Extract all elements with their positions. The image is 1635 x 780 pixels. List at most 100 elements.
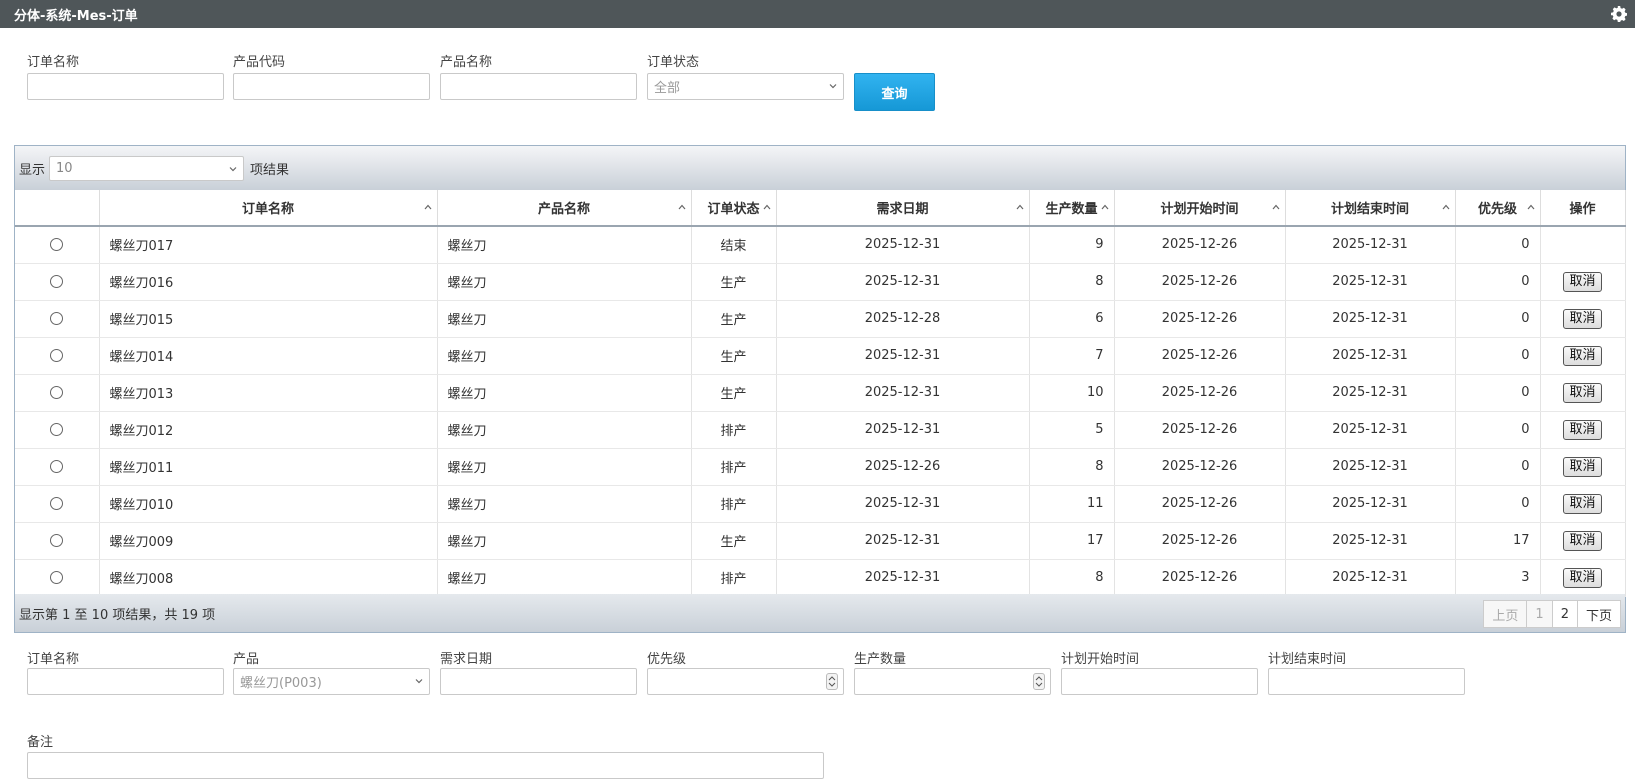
- sort-caret-icon: [678, 204, 685, 210]
- row-select-radio[interactable]: [50, 275, 64, 288]
- cancel-order-button[interactable]: 取消: [1563, 567, 1602, 588]
- cell-select: [15, 337, 100, 375]
- cell-priority: 0: [1455, 226, 1541, 264]
- table-row[interactable]: 螺丝刀014 螺丝刀 生产 2025-12-31 7 2025-12-26 2025-12-…: [15, 337, 1626, 375]
- form-order-name-input[interactable]: [27, 668, 224, 695]
- form-plan-start-label: 计划开始时间: [1061, 652, 1140, 667]
- table-row[interactable]: 螺丝刀009 螺丝刀 生产 2025-12-31 17 2025-12-26 2025-12…: [15, 522, 1626, 560]
- row-select-radio[interactable]: [50, 571, 64, 584]
- page-size-select[interactable]: 10: [49, 155, 245, 181]
- row-select-radio[interactable]: [50, 349, 64, 362]
- cell-plan-end: 2025-12-31: [1285, 300, 1456, 338]
- header-label: 计划开始时间: [1160, 202, 1239, 217]
- query-button[interactable]: 查询: [854, 73, 935, 111]
- cell-plan-start: 2025-12-26: [1114, 337, 1286, 375]
- order-name-search-input[interactable]: [27, 73, 224, 100]
- cancel-order-button[interactable]: 取消: [1563, 345, 1602, 366]
- chevron-down-icon: [415, 679, 423, 684]
- header-label: 优先级: [1477, 202, 1517, 217]
- cell-action: [1540, 226, 1626, 264]
- form-plan-end-input[interactable]: [1268, 668, 1465, 695]
- cell-product-name: 螺丝刀: [437, 300, 692, 338]
- header-due-date[interactable]: 需求日期: [776, 190, 1030, 227]
- gear-icon[interactable]: [1611, 6, 1628, 22]
- cell-plan-start: 2025-12-26: [1114, 300, 1286, 338]
- table-row[interactable]: 螺丝刀008 螺丝刀 排产 2025-12-31 8 2025-12-26 2025-12-…: [15, 559, 1626, 597]
- header-product-name[interactable]: 产品名称: [437, 190, 692, 227]
- product-code-search-input[interactable]: [233, 73, 430, 100]
- row-select-radio[interactable]: [50, 460, 64, 473]
- cell-plan-end: 2025-12-31: [1285, 374, 1456, 412]
- cell-quantity: 6: [1029, 300, 1115, 338]
- cell-due-date: 2025-12-28: [776, 300, 1030, 338]
- header-quantity[interactable]: 生产数量: [1029, 190, 1115, 227]
- cell-order-name: 螺丝刀013: [99, 374, 438, 412]
- table-row[interactable]: 螺丝刀010 螺丝刀 排产 2025-12-31 11 2025-12-26 2025-12…: [15, 485, 1626, 523]
- priority-stepper-icon[interactable]: [826, 673, 838, 690]
- cell-plan-start: 2025-12-26: [1114, 485, 1286, 523]
- form-remark-input[interactable]: [27, 752, 824, 779]
- cell-priority: 0: [1455, 448, 1541, 486]
- form-priority-input[interactable]: [647, 668, 844, 695]
- form-order-name-label: 订单名称: [27, 652, 80, 667]
- header-label: 订单状态: [707, 202, 760, 217]
- table-row[interactable]: 螺丝刀015 螺丝刀 生产 2025-12-28 6 2025-12-26 2025-12-…: [15, 300, 1626, 338]
- cell-order-name: 螺丝刀009: [99, 522, 438, 560]
- page-1-button[interactable]: 1: [1526, 600, 1553, 628]
- order-status-select[interactable]: 全部: [647, 73, 844, 100]
- cancel-order-button[interactable]: 取消: [1563, 456, 1602, 477]
- sort-caret-icon: [1527, 204, 1534, 210]
- cell-due-date: 2025-12-31: [776, 337, 1030, 375]
- table-row[interactable]: 螺丝刀012 螺丝刀 排产 2025-12-31 5 2025-12-26 2025-12-…: [15, 411, 1626, 449]
- cell-status: 生产: [691, 522, 777, 560]
- header-order-name[interactable]: 订单名称: [99, 190, 438, 227]
- cell-action: 取消: [1540, 337, 1626, 375]
- row-select-radio[interactable]: [50, 312, 64, 325]
- row-select-radio[interactable]: [50, 534, 64, 547]
- prev-page-button[interactable]: 上页: [1483, 600, 1528, 628]
- table-row[interactable]: 螺丝刀011 螺丝刀 排产 2025-12-26 8 2025-12-26 2025-12-…: [15, 448, 1626, 486]
- form-plan-start-input[interactable]: [1061, 668, 1258, 695]
- table-row[interactable]: 螺丝刀013 螺丝刀 生产 2025-12-31 10 2025-12-26 2025-12…: [15, 374, 1626, 412]
- form-quantity-input[interactable]: [854, 668, 1051, 695]
- quantity-stepper-icon[interactable]: [1033, 673, 1045, 690]
- product-name-search-input[interactable]: [440, 73, 637, 100]
- show-label: 显示: [19, 162, 46, 178]
- form-product-select[interactable]: 螺丝刀(P003): [233, 668, 430, 695]
- cell-select: [15, 226, 100, 264]
- cell-quantity: 8: [1029, 559, 1115, 597]
- row-select-radio[interactable]: [50, 386, 64, 399]
- header-order-status[interactable]: 订单状态: [691, 190, 777, 227]
- table-row[interactable]: 螺丝刀016 螺丝刀 生产 2025-12-31 8 2025-12-26 2025-12-…: [15, 263, 1626, 301]
- header-priority[interactable]: 优先级: [1455, 190, 1541, 227]
- cell-priority: 0: [1455, 300, 1541, 338]
- cancel-order-button[interactable]: 取消: [1563, 271, 1602, 292]
- cell-plan-start: 2025-12-26: [1114, 448, 1286, 486]
- header-plan-start[interactable]: 计划开始时间: [1114, 190, 1286, 227]
- form-due-date-input[interactable]: [440, 668, 637, 695]
- cell-priority: 0: [1455, 337, 1541, 375]
- cell-select: [15, 411, 100, 449]
- cancel-order-button[interactable]: 取消: [1563, 308, 1602, 329]
- page-2-button[interactable]: 2: [1551, 600, 1578, 628]
- order-table: 订单名称 产品名称 订单状态 需求日期 生产数量 计划开始时间 计划结束时间 优…: [15, 190, 1626, 597]
- cancel-order-button[interactable]: 取消: [1563, 530, 1602, 551]
- cell-status: 生产: [691, 337, 777, 375]
- cancel-order-button[interactable]: 取消: [1563, 493, 1602, 514]
- cell-status: 生产: [691, 374, 777, 412]
- cell-due-date: 2025-12-31: [776, 374, 1030, 412]
- cell-action: 取消: [1540, 485, 1626, 523]
- cell-order-name: 螺丝刀017: [99, 226, 438, 264]
- row-select-radio[interactable]: [50, 497, 64, 510]
- cell-order-name: 螺丝刀008: [99, 559, 438, 597]
- cancel-order-button[interactable]: 取消: [1563, 382, 1602, 403]
- next-page-button[interactable]: 下页: [1576, 600, 1621, 628]
- cell-status: 排产: [691, 448, 777, 486]
- pagination: 上页 1 2 下页: [1483, 600, 1621, 628]
- row-select-radio[interactable]: [50, 238, 64, 252]
- row-select-radio[interactable]: [50, 423, 64, 436]
- header-plan-end[interactable]: 计划结束时间: [1285, 190, 1456, 227]
- cancel-order-button[interactable]: 取消: [1563, 419, 1602, 440]
- cell-action: 取消: [1540, 411, 1626, 449]
- table-row[interactable]: 螺丝刀017 螺丝刀 结束 2025-12-31 9 2025-12-26 2025-12-…: [15, 226, 1626, 264]
